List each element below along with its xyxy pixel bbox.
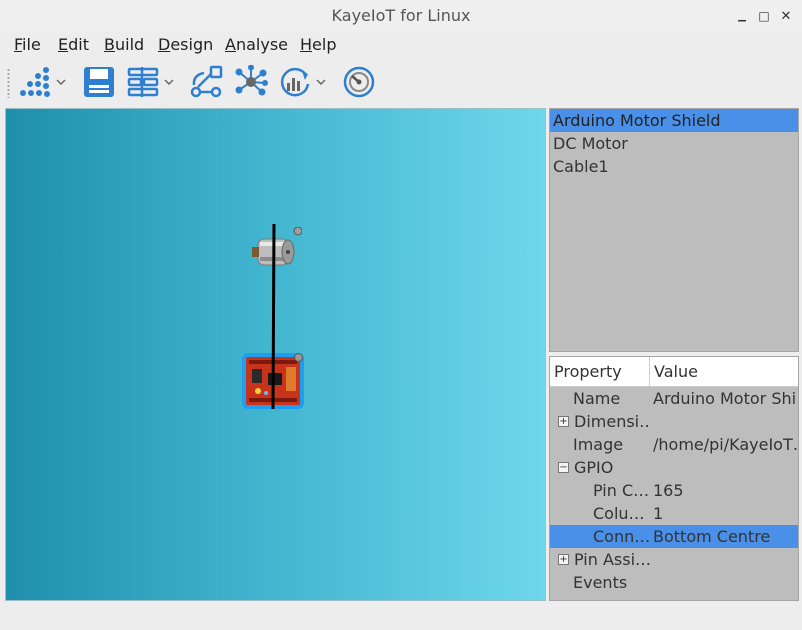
property-row[interactable]: − GPIO — [550, 456, 798, 479]
toolbar-grip[interactable] — [7, 68, 10, 98]
menu-build[interactable]: Build — [104, 35, 144, 54]
collapse-icon[interactable]: − — [558, 462, 569, 473]
close-button[interactable]: ✕ — [777, 7, 795, 25]
list-item[interactable]: Cable1 — [550, 155, 798, 178]
property-value: /home/pi/KayeIoT… — [653, 435, 798, 454]
flow-button[interactable] — [190, 64, 224, 100]
connection-handle[interactable] — [294, 353, 303, 362]
menu-bar: File Edit Build Design Analyse Help — [0, 32, 802, 60]
new-component-button[interactable] — [18, 64, 66, 100]
status-bar — [0, 603, 802, 630]
network-button[interactable] — [234, 64, 268, 100]
property-row-selected[interactable]: Conn… Bottom Centre — [550, 525, 798, 548]
value-column-header[interactable]: Value — [650, 357, 698, 387]
arduino-shield-image — [246, 357, 300, 405]
menu-help[interactable]: Help — [300, 35, 336, 54]
chevron-down-icon[interactable] — [56, 78, 66, 86]
property-key: Name — [573, 389, 621, 408]
property-key: Conn… — [593, 527, 650, 546]
property-key: GPIO — [574, 458, 614, 477]
minimize-icon: ▁ — [738, 10, 746, 22]
maximize-icon: □ — [758, 9, 770, 23]
list-item[interactable]: Arduino Motor Shield — [550, 109, 798, 132]
menu-file[interactable]: File — [14, 35, 41, 54]
arduino-motor-shield-component[interactable] — [242, 353, 304, 409]
property-value: 165 — [653, 481, 684, 500]
property-row[interactable]: + Pin Assi… — [550, 548, 798, 571]
maximize-button[interactable]: □ — [755, 7, 773, 25]
property-key: Events — [573, 573, 628, 592]
close-icon: ✕ — [780, 8, 792, 24]
property-row[interactable]: Image /home/pi/KayeIoT… — [550, 433, 798, 456]
property-key: Image — [573, 435, 624, 454]
flow-graph-icon — [190, 65, 223, 98]
save-button[interactable] — [82, 64, 116, 100]
window-title: KayeIoT for Linux — [331, 6, 471, 25]
property-key: Pin Assi… — [574, 550, 650, 569]
property-column-header[interactable]: Property — [550, 357, 650, 387]
dots-grid-icon — [20, 67, 50, 97]
chevron-down-icon[interactable] — [164, 78, 174, 86]
property-row[interactable]: Pin C… 165 — [550, 479, 798, 502]
toolbar — [0, 60, 802, 106]
menu-analyse[interactable]: Analyse — [225, 35, 288, 54]
property-key: Dimensi… — [574, 412, 650, 431]
property-header: Property Value — [550, 357, 798, 387]
performance-button[interactable] — [342, 64, 376, 100]
dc-motor-component[interactable] — [250, 226, 303, 279]
minimize-button[interactable]: ▁ — [733, 7, 751, 25]
speedometer-icon — [343, 66, 375, 98]
menu-edit[interactable]: Edit — [58, 35, 89, 54]
title-bar: KayeIoT for Linux ▁ □ ✕ — [0, 0, 802, 32]
property-row[interactable]: Name Arduino Motor Shi… — [550, 387, 798, 410]
chevron-down-icon[interactable] — [316, 78, 326, 86]
expand-icon[interactable]: + — [558, 416, 569, 427]
property-value: 1 — [653, 504, 664, 523]
hierarchy-button[interactable] — [126, 64, 174, 100]
property-key: Colu… — [593, 504, 645, 523]
property-key: Pin C… — [593, 481, 650, 500]
property-value[interactable]: Bottom Centre — [650, 527, 798, 546]
design-canvas[interactable] — [5, 108, 546, 601]
expand-icon[interactable]: + — [558, 554, 569, 565]
tree-list-icon — [127, 67, 159, 97]
property-row[interactable]: Colu… 1 — [550, 502, 798, 525]
menu-design[interactable]: Design — [158, 35, 213, 54]
dc-motor-image — [252, 226, 303, 266]
network-icon — [235, 65, 268, 96]
property-row[interactable]: + Dimensi… — [550, 410, 798, 433]
sync-chart-icon — [280, 67, 310, 97]
component-list: Arduino Motor Shield DC Motor Cable1 — [549, 108, 799, 352]
sync-analyse-button[interactable] — [278, 64, 326, 100]
property-value: Arduino Motor Shi… — [653, 389, 798, 408]
property-panel: Property Value Name Arduino Motor Shi… +… — [549, 356, 799, 601]
list-item[interactable]: DC Motor — [550, 132, 798, 155]
property-row[interactable]: Events — [550, 571, 798, 594]
save-icon — [84, 67, 114, 97]
